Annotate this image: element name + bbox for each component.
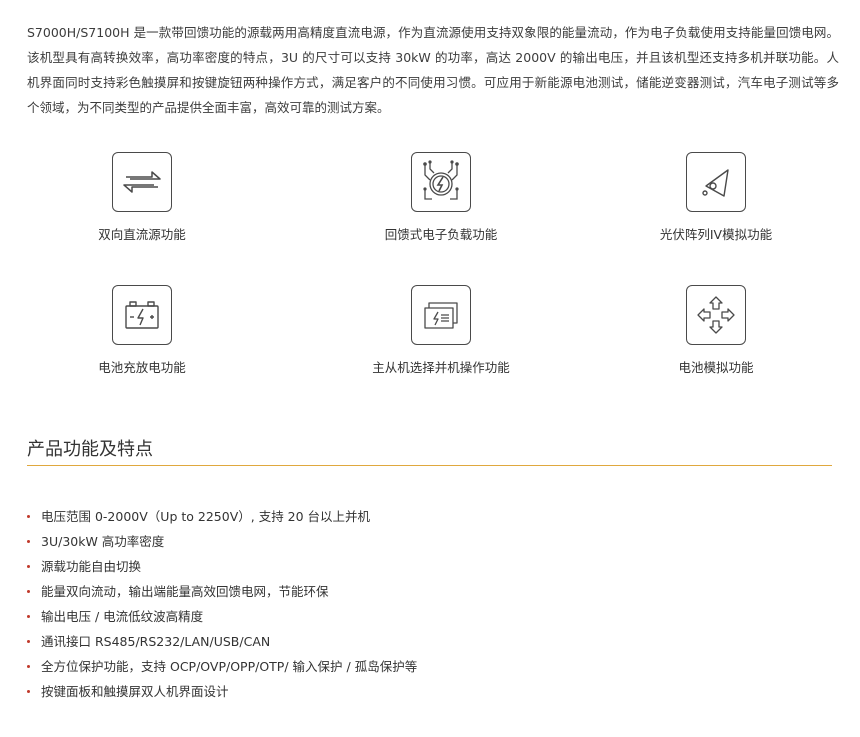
feature-battery-charge-discharge: 电池充放电功能: [42, 285, 242, 376]
list-item: 输出电压 / 电流低纹波高精度: [27, 604, 417, 629]
feedback-load-icon: [423, 160, 459, 200]
feature-label: 电池模拟功能: [678, 360, 754, 375]
bidirectional-arrows-icon: [123, 171, 161, 193]
feature-label: 双向直流源功能: [98, 227, 186, 242]
feature-battery-simulation: 电池模拟功能: [616, 285, 816, 376]
feature-label: 回馈式电子负载功能: [384, 227, 498, 242]
feature-master-slave-parallel: 主从机选择并机操作功能: [341, 285, 541, 376]
list-item-text: 3U/30kW 高功率密度: [41, 534, 165, 549]
parallel-units-icon: [424, 302, 458, 329]
feature-icon-box: [411, 285, 471, 345]
feature-icon-box: [686, 285, 746, 345]
feature-icon-box: [411, 152, 471, 212]
feature-feedback-load: 回馈式电子负载功能: [341, 152, 541, 243]
feature-icon-box: [112, 152, 172, 212]
bullet-dot: [27, 640, 30, 643]
section-divider: [27, 465, 832, 466]
battery-icon: [125, 301, 159, 329]
feature-icon-box: [112, 285, 172, 345]
list-item-text: 通讯接口 RS485/RS232/LAN/USB/CAN: [41, 634, 271, 649]
list-item-text: 能量双向流动，输出端能量高效回馈电网，节能环保: [41, 584, 329, 599]
feature-label: 电池充放电功能: [98, 360, 186, 375]
four-arrows-icon: [697, 296, 735, 334]
list-item: 3U/30kW 高功率密度: [27, 529, 417, 554]
list-item: 按键面板和触摸屏双人机界面设计: [27, 679, 417, 704]
feature-icon-box: [686, 152, 746, 212]
pv-iv-icon: [702, 169, 729, 197]
list-item-text: 按键面板和触摸屏双人机界面设计: [41, 684, 229, 699]
list-item-text: 电压范围 0-2000V（Up to 2250V）, 支持 20 台以上并机: [41, 509, 371, 524]
bullet-dot: [27, 665, 30, 668]
feature-pv-iv-simulation: 光伏阵列IV模拟功能: [616, 152, 816, 243]
list-item: 全方位保护功能，支持 OCP/OVP/OPP/OTP/ 输入保护 / 孤岛保护等: [27, 654, 417, 679]
bullet-dot: [27, 590, 30, 593]
intro-paragraph: S7000H/S7100H 是一款带回馈功能的源载两用高精度直流电源，作为直流源…: [27, 25, 839, 115]
list-item-text: 源载功能自由切换: [41, 559, 142, 574]
bullet-dot: [27, 515, 30, 518]
feature-label: 主从机选择并机操作功能: [372, 360, 510, 375]
list-item-text: 全方位保护功能，支持 OCP/OVP/OPP/OTP/ 输入保护 / 孤岛保护等: [41, 659, 418, 674]
bullet-dot: [27, 690, 30, 693]
list-item-text: 输出电压 / 电流低纹波高精度: [41, 609, 204, 624]
list-item: 源载功能自由切换: [27, 554, 417, 579]
bullet-dot: [27, 615, 30, 618]
feature-bullet-list: 电压范围 0-2000V（Up to 2250V）, 支持 20 台以上并机 3…: [27, 504, 417, 704]
list-item: 通讯接口 RS485/RS232/LAN/USB/CAN: [27, 629, 417, 654]
list-item: 能量双向流动，输出端能量高效回馈电网，节能环保: [27, 579, 417, 604]
feature-bidirectional-source: 双向直流源功能: [42, 152, 242, 243]
bullet-dot: [27, 565, 30, 568]
section-title: 产品功能及特点: [27, 439, 153, 460]
list-item: 电压范围 0-2000V（Up to 2250V）, 支持 20 台以上并机: [27, 504, 417, 529]
feature-label: 光伏阵列IV模拟功能: [659, 227, 773, 242]
bullet-dot: [27, 540, 30, 543]
